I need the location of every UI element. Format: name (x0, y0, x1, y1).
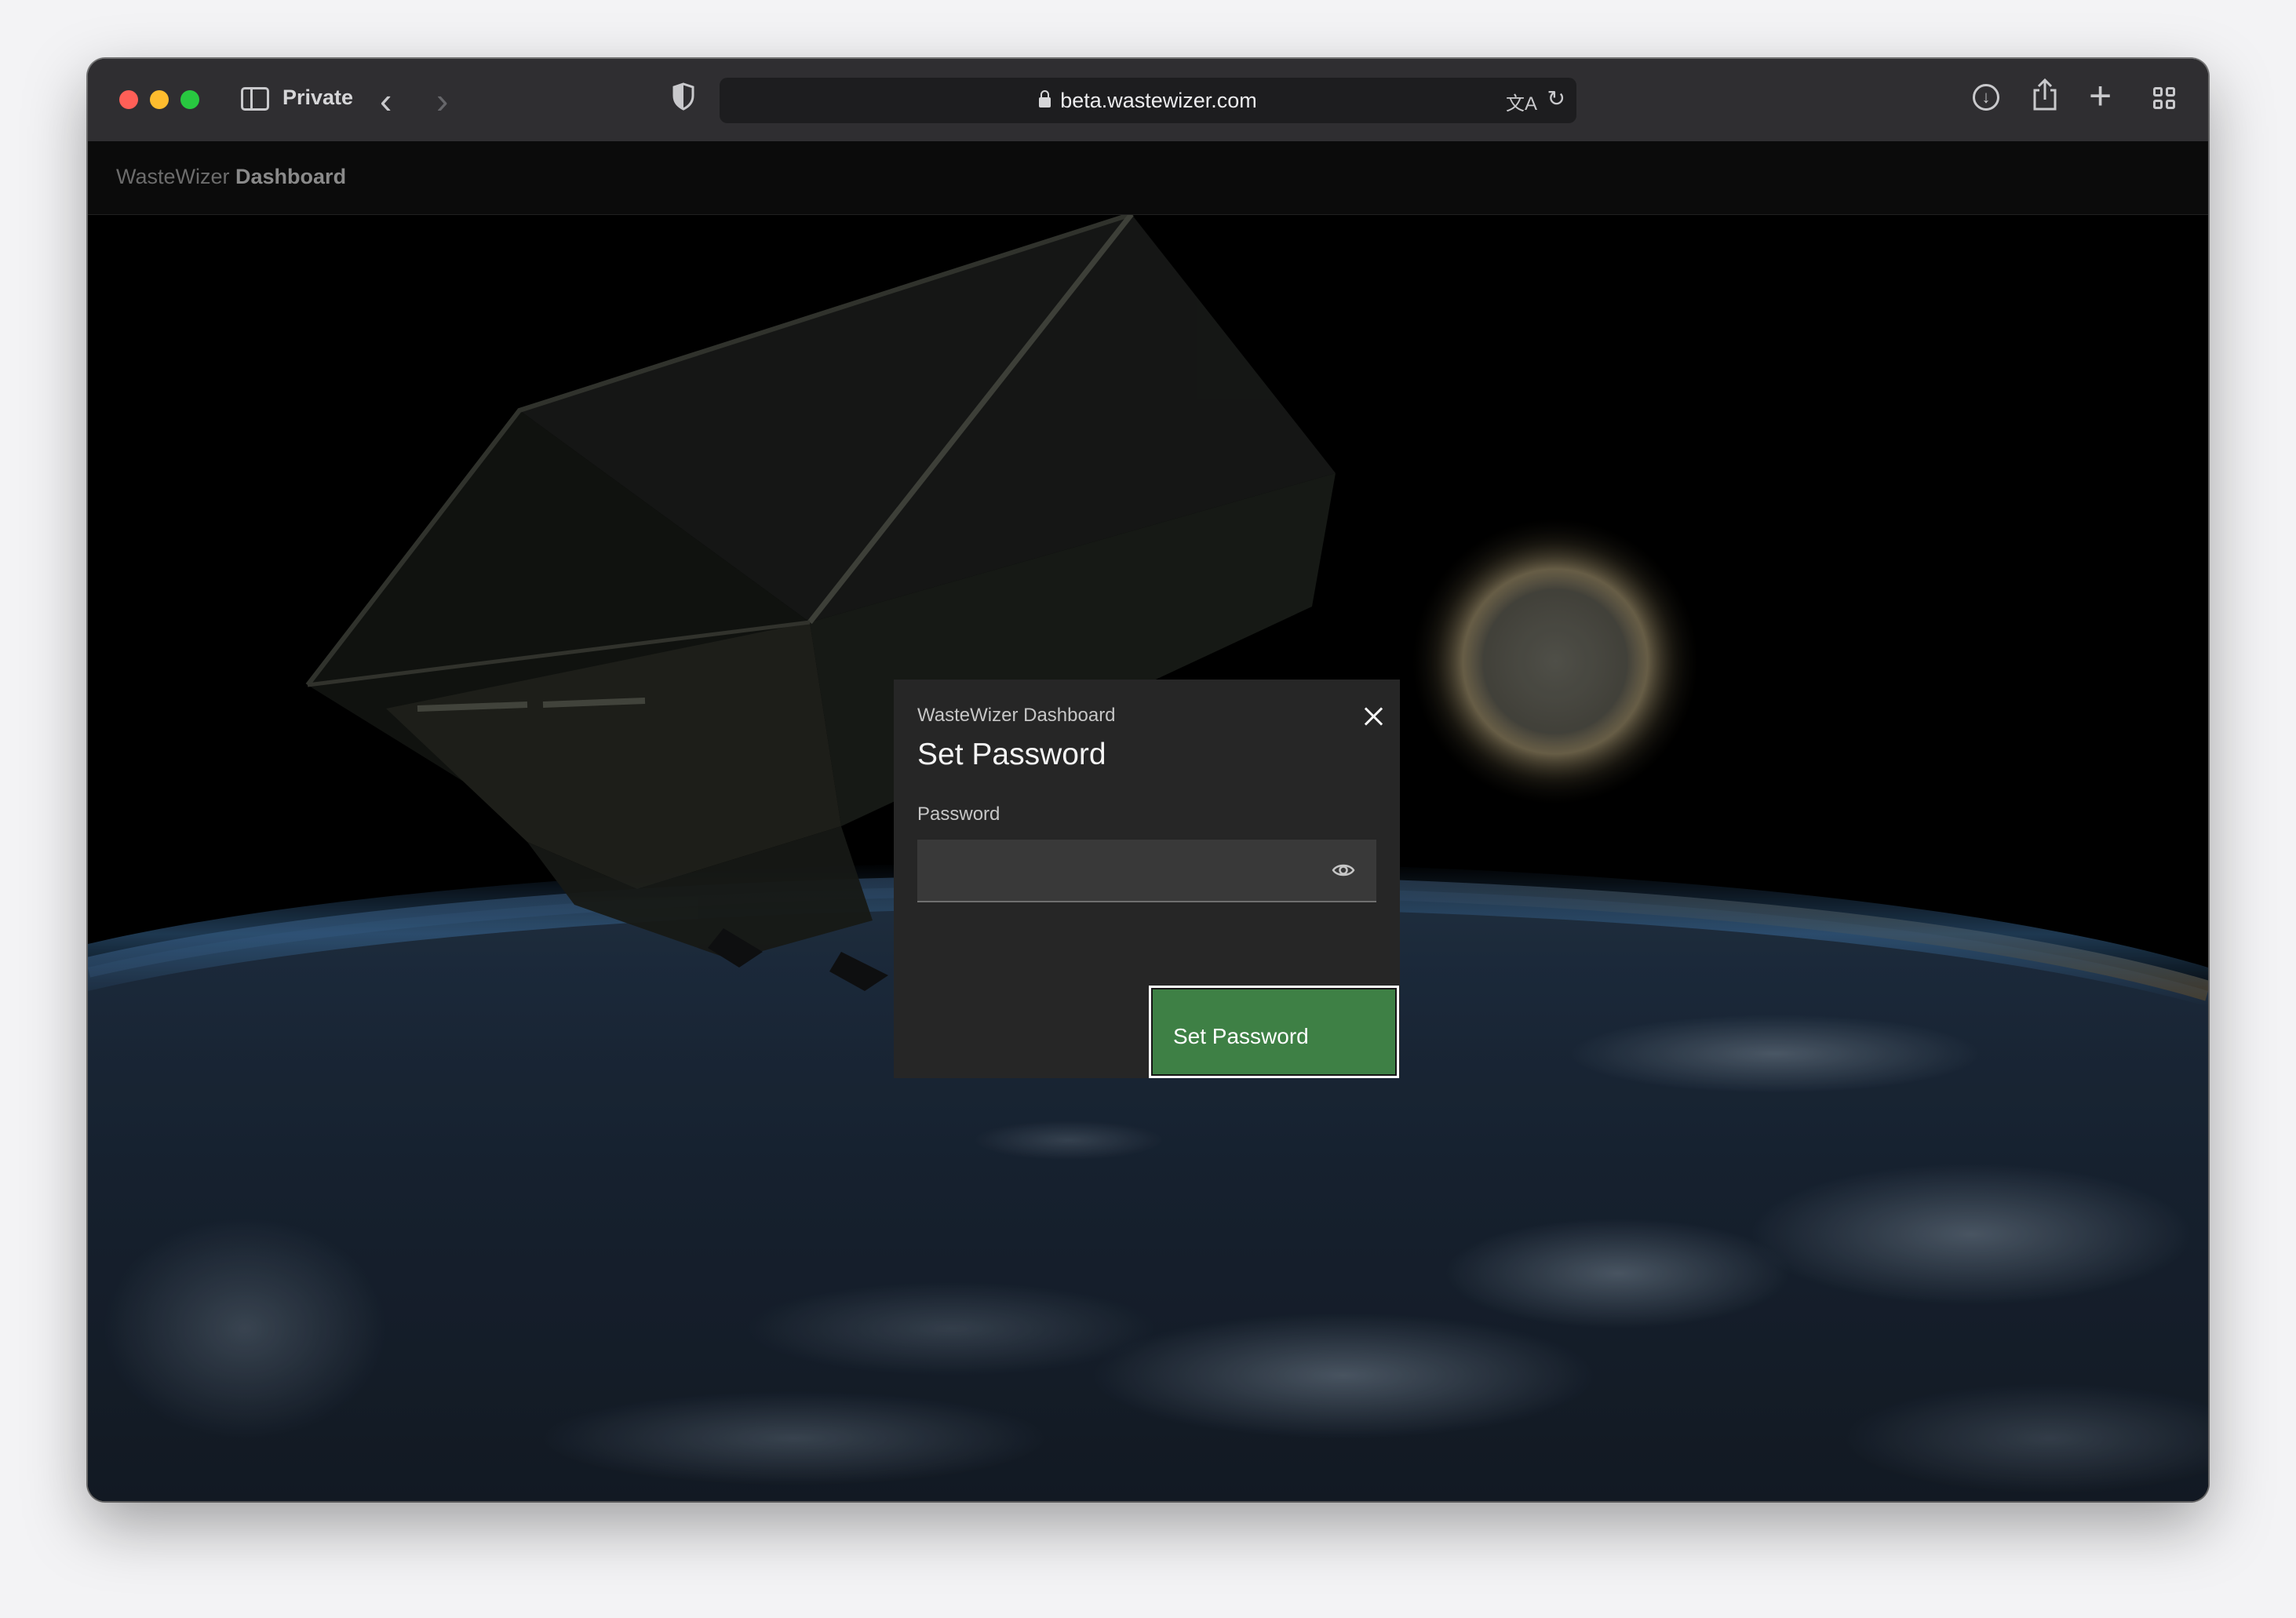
reload-icon[interactable]: ↻ (1547, 86, 1565, 111)
url-text: beta.wastewizer.com (1060, 89, 1257, 112)
app-brand[interactable]: WasteWizer Dashboard (116, 165, 346, 189)
app-header: WasteWizer Dashboard (88, 141, 2208, 215)
share-icon[interactable] (2032, 78, 2057, 115)
browser-window: Private ‹ › beta.wastewizer.com 文A ↻ ↓ + (88, 59, 2208, 1501)
sidebar-icon[interactable] (241, 87, 269, 111)
modal-title: Set Password (917, 738, 1106, 771)
close-window-button[interactable] (119, 90, 138, 109)
set-password-button[interactable]: Set Password (1149, 986, 1399, 1078)
tab-overview-icon[interactable] (2153, 87, 2177, 111)
browser-toolbar: Private ‹ › beta.wastewizer.com 文A ↻ ↓ + (88, 59, 2208, 142)
page-content: WasteWizer Dashboard WasteWizer Dashboar… (88, 141, 2208, 1501)
password-label: Password (917, 804, 1000, 825)
forward-icon[interactable]: › (436, 79, 448, 122)
zoom-window-button[interactable] (180, 90, 199, 109)
private-mode-label: Private (282, 86, 354, 109)
minimize-window-button[interactable] (150, 90, 169, 109)
close-icon[interactable] (1360, 703, 1387, 730)
set-password-modal: WasteWizer Dashboard Set Password Passwo… (894, 680, 1400, 1078)
shield-icon[interactable] (672, 82, 695, 115)
address-bar[interactable]: beta.wastewizer.com 文A ↻ (720, 78, 1576, 123)
password-input[interactable] (917, 840, 1376, 902)
modal-label: WasteWizer Dashboard (917, 705, 1116, 726)
new-tab-icon[interactable]: + (2089, 73, 2112, 118)
eye-icon[interactable] (1332, 862, 1355, 879)
lock-icon (1039, 90, 1051, 108)
back-icon[interactable]: ‹ (380, 79, 392, 122)
download-icon[interactable]: ↓ (1973, 84, 1999, 111)
translate-icon[interactable]: 文A (1506, 88, 1537, 115)
